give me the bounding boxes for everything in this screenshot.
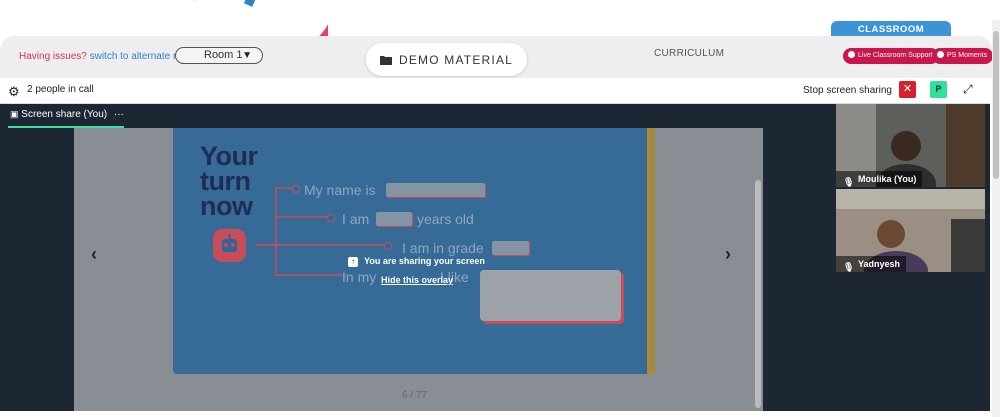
hide-overlay-link[interactable]: Hide this overlay <box>381 275 453 285</box>
blank-field <box>386 183 485 197</box>
blank-field <box>376 212 412 226</box>
participant-label: 🎙 Yadnyesh <box>836 256 907 272</box>
robot-icon <box>213 229 246 262</box>
participant-name: Moulika (You) <box>858 174 917 184</box>
slide-strip <box>647 128 655 374</box>
gear-icon[interactable]: ⚙ <box>8 84 20 100</box>
issues-label: Having issues? <box>19 51 87 62</box>
curriculum-tab[interactable]: CURRICULUM <box>654 48 724 59</box>
issues-text: Having issues? switch to alternate room <box>19 51 196 62</box>
avatar[interactable]: P <box>930 81 947 98</box>
next-slide-icon[interactable]: › <box>725 244 731 265</box>
blank-field <box>492 241 529 255</box>
mic-icon: 🎙 <box>843 262 855 272</box>
sharing-overlay-message: ↑ You are sharing your screen <box>348 256 485 267</box>
plus-circle-icon <box>937 51 944 58</box>
ps-moments-button[interactable]: PS Moments <box>932 48 994 64</box>
slide-prompt: I am <box>342 211 370 227</box>
page-scrollbar-thumb[interactable] <box>993 31 999 179</box>
participant-name: Yadnyesh <box>858 259 901 269</box>
connector-dot <box>384 242 392 250</box>
participant-video: 🎙 Moulika (You) <box>836 104 985 187</box>
screen-share-icon: ▣ <box>10 109 19 119</box>
live-support-button[interactable]: Live Classroom Support <box>843 48 939 64</box>
plus-circle-icon <box>848 51 855 58</box>
folder-icon <box>379 55 392 65</box>
connector-dot <box>292 185 300 193</box>
demo-material-button[interactable]: DEMO MATERIAL <box>366 43 527 76</box>
upload-icon: ↑ <box>348 257 358 267</box>
mic-icon: 🎙 <box>843 177 855 187</box>
room-select-value: Room 1 <box>204 49 243 61</box>
slide-prompt: My name is <box>304 182 376 198</box>
close-icon: ✕ <box>902 83 913 95</box>
demo-material-label: DEMO MATERIAL <box>398 52 514 67</box>
stop-sharing-button[interactable]: ✕ <box>899 81 916 98</box>
stop-sharing-label: Stop screen sharing <box>803 85 892 96</box>
more-options-icon[interactable]: ··· <box>114 109 124 120</box>
prev-slide-icon[interactable]: ‹ <box>91 244 97 265</box>
fullscreen-icon[interactable]: ⤢ <box>963 82 973 97</box>
page-indicator: 6 / 77 <box>402 390 428 401</box>
participant-video: 🎙 Yadnyesh <box>836 189 985 272</box>
connector-dot <box>327 214 335 222</box>
slide-prompt: years old <box>417 211 474 227</box>
room-select[interactable]: Room 1 ▼ <box>175 47 263 64</box>
answer-box <box>480 270 621 321</box>
ps-moments-label: PS Moments <box>947 52 988 59</box>
caret-down-icon: ▼ <box>242 50 252 61</box>
participant-label: 🎙 Moulika (You) <box>836 171 923 187</box>
slide-prompt: I am in grade <box>402 240 484 256</box>
sharing-text: You are sharing your screen <box>364 256 485 266</box>
people-count: 2 people in call <box>27 84 94 95</box>
screen-share-tab[interactable]: ▣ Screen share (You) ··· <box>10 109 124 120</box>
screen-share-label: Screen share (You) <box>21 109 108 120</box>
live-support-label: Live Classroom Support <box>858 52 933 59</box>
slide-scrollbar[interactable] <box>755 180 761 408</box>
slide-prompt: In my <box>342 269 377 285</box>
